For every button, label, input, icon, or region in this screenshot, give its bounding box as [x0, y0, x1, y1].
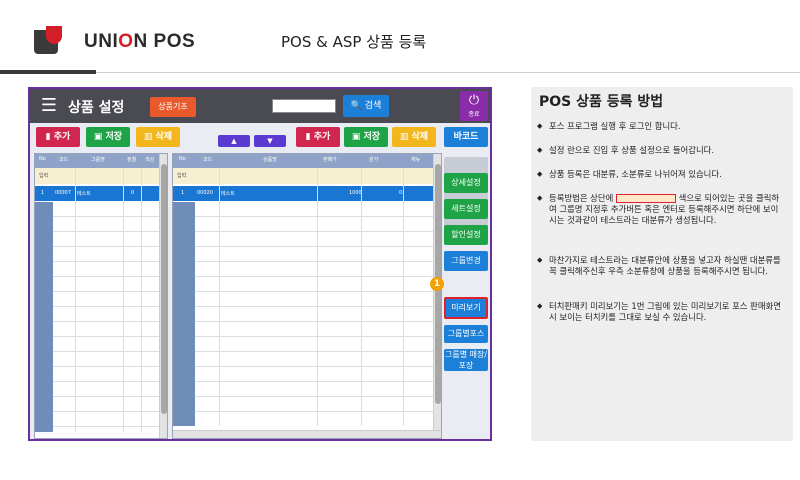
detail-settings-button[interactable]: 상세설정	[444, 173, 488, 193]
product-grid-hscrollbar[interactable]	[173, 430, 441, 438]
group-grid-scrollbar[interactable]	[159, 154, 167, 438]
product-grid-rows	[173, 202, 441, 426]
move-up-button[interactable]: ▲	[218, 135, 250, 147]
app-topbar: ☰ 상품 설정 상품기초 🔍 검색 ⏻ 종료	[30, 89, 490, 123]
color-swatch	[615, 194, 676, 203]
left-save-button[interactable]: ▣ 저장	[86, 127, 130, 147]
brand-name: UNION POS	[84, 31, 196, 52]
page-title: POS & ASP 상품 등록	[281, 33, 427, 51]
group-grid-rows	[35, 202, 167, 432]
menu-icon[interactable]: ☰	[38, 95, 60, 117]
group-store-pack-button[interactable]: 그룹별 매장/포장	[444, 349, 488, 371]
product-grid: No 코드 상품명 판매가 원가 재뉴 입력 1 00020 테스트 1000 …	[172, 153, 442, 439]
instruction-item: ◆ 터치판매키 미리보기는 1번 그림에 있는 미리보기로 포스 판매화면시 보이…	[537, 301, 781, 322]
pos-product-settings-window: ☰ 상품 설정 상품기초 🔍 검색 ⏻ 종료 ▮ 추가 ▣ 저장 ▥ 삭제 ▲ ▼…	[28, 87, 492, 441]
exit-button[interactable]: ⏻ 종료	[460, 91, 488, 121]
app-title: 상품 설정	[68, 100, 125, 116]
table-row[interactable]: 1 00007 테스트 0	[35, 186, 167, 201]
arrow-up-icon: ▲	[231, 137, 237, 145]
group-grid-header: No 코드 그룹명 정렬 색상	[35, 154, 167, 168]
group-grid: No 코드 그룹명 정렬 색상 입력 1 00007 테스트 0	[34, 153, 168, 439]
product-grid-header: No 코드 상품명 판매가 원가 재뉴	[173, 154, 441, 168]
power-icon: ⏻	[468, 93, 480, 108]
panel-title: POS 상품 등록 방법	[539, 94, 664, 110]
instruction-item: ◆ 포스 프로그램 실행 후 로그인 합니다.	[537, 121, 681, 131]
move-down-button[interactable]: ▼	[254, 135, 286, 147]
side-spacer	[444, 157, 488, 231]
table-row[interactable]: 1 00020 테스트 1000 0	[173, 186, 441, 201]
search-button[interactable]: 🔍 검색	[343, 95, 389, 117]
product-base-button[interactable]: 상품기초	[150, 97, 196, 117]
group-input-row[interactable]: 입력	[35, 168, 167, 184]
instruction-item: ◆ 마찬가지로 테스트라는 대분류안에 상품을 넣고자 하실땐 대분류를 꼭 클릭…	[537, 255, 781, 276]
instruction-item: ◆ 등록방법은 상단에 색으로 되어있는 곳을 클릭하여 그룹명 지정후 추가버튼…	[537, 193, 780, 225]
header-divider	[96, 72, 800, 73]
preview-button[interactable]: 미리보기	[444, 297, 488, 319]
arrow-down-icon: ▼	[267, 137, 273, 145]
product-input-row[interactable]: 입력	[173, 168, 441, 184]
group-pos-button[interactable]: 그룹별포스	[444, 325, 488, 343]
barcode-button[interactable]: 바코드	[444, 127, 488, 147]
brand-logo	[34, 26, 68, 56]
right-save-button[interactable]: ▣ 저장	[344, 127, 388, 147]
left-delete-button[interactable]: ▥ 삭제	[136, 127, 180, 147]
set-settings-button[interactable]: 세트설정	[444, 199, 488, 219]
left-add-button[interactable]: ▮ 추가	[36, 127, 80, 147]
right-delete-button[interactable]: ▥ 삭제	[392, 127, 436, 147]
group-change-button[interactable]: 그룹변경	[444, 251, 488, 271]
search-input[interactable]	[272, 99, 336, 113]
product-grid-scrollbar[interactable]	[433, 154, 441, 430]
instructions-panel: POS 상품 등록 방법 ◆ 포스 프로그램 실행 후 로그인 합니다. ◆ 설정 …	[531, 87, 793, 441]
discount-settings-button[interactable]: 할인설정	[444, 225, 488, 245]
step-badge: 1	[430, 277, 444, 291]
instruction-item: ◆ 설정 란으로 진입 후 상품 설정으로 들어갑니다.	[537, 145, 715, 155]
instruction-item: ◆ 상품 등록은 대분류, 소분류로 나뉘어져 있습니다.	[537, 169, 722, 179]
header-divider-accent	[0, 70, 96, 74]
right-add-button[interactable]: ▮ 추가	[296, 127, 340, 147]
